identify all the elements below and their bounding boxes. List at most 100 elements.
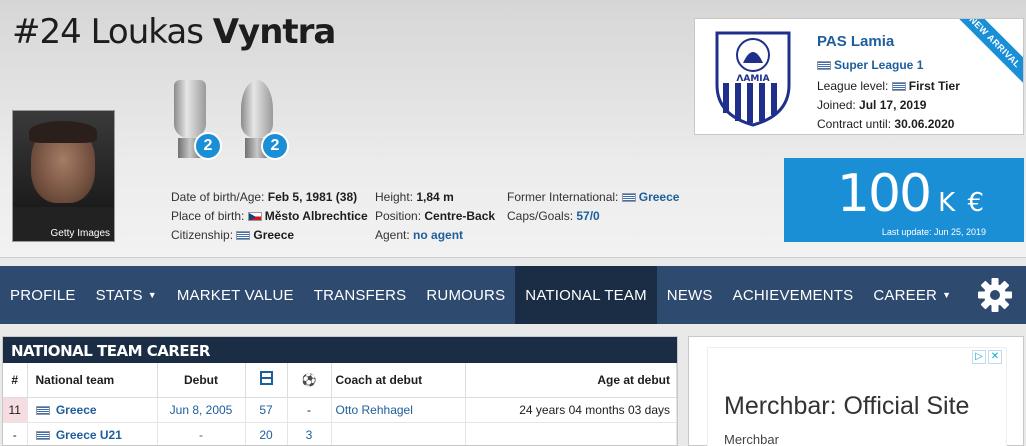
greece-flag-icon <box>35 430 50 440</box>
agent-label: Agent: <box>375 228 410 242</box>
ad-subtitle: Merchbar <box>724 432 779 446</box>
former-international-label: Former International: <box>507 190 619 204</box>
chevron-down-icon: ▼ <box>147 290 157 300</box>
row-team[interactable]: Greece <box>27 397 158 423</box>
info-column-2: Height: 1,84 m Position: Centre-Back Age… <box>375 188 495 245</box>
table-header-row: # National team Debut ⚽ Coach at debut A… <box>3 363 677 398</box>
row-debut[interactable]: Jun 8, 2005 <box>157 397 246 423</box>
header-age: Age at debut <box>465 363 677 398</box>
row-caps[interactable]: 57 <box>245 397 288 423</box>
crest-text: ΛΑΜΙΑ <box>736 74 769 84</box>
trophy-count-badge: 2 <box>194 132 222 160</box>
cup-icon[interactable]: 2 <box>237 80 289 160</box>
row-goals: - <box>287 397 332 423</box>
citizenship-value: Greece <box>253 228 295 242</box>
greece-flag-icon <box>891 82 906 92</box>
czech-flag-icon <box>247 212 262 222</box>
row-caps[interactable]: 20 <box>245 422 288 445</box>
nav-career[interactable]: CAREER ▼ <box>863 266 961 324</box>
contract-value: 30.06.2020 <box>894 117 955 131</box>
ad-title[interactable]: Merchbar: Official Site <box>724 392 969 421</box>
citizenship-label: Citizenship: <box>171 228 234 242</box>
row-index: 11 <box>3 397 28 423</box>
appearances-icon <box>259 371 273 386</box>
greece-flag-icon <box>621 193 636 203</box>
club-crest-icon[interactable]: ΛΑΜΙΑ <box>713 29 793 127</box>
row-coach <box>331 422 466 445</box>
nav-transfers[interactable]: TRANSFERS <box>304 266 417 324</box>
pob-label: Place of birth: <box>171 209 245 223</box>
chevron-down-icon: ▼ <box>942 290 952 300</box>
team-link[interactable]: Greece U21 <box>56 428 122 442</box>
height-label: Height: <box>375 190 414 204</box>
trophy-cup <box>241 80 273 138</box>
player-header: #24 Loukas Vyntra Getty Images 2 2 Date … <box>0 0 1026 258</box>
position-value: Centre-Back <box>424 209 496 223</box>
nav-achievements[interactable]: ACHIEVEMENTS <box>723 266 864 324</box>
nav-rumours[interactable]: RUMOURS <box>416 266 515 324</box>
row-debut: - <box>157 422 246 445</box>
greece-flag-icon <box>817 61 831 71</box>
contract-label: Contract until: <box>817 117 892 131</box>
caps-goals-label: Caps/Goals: <box>507 209 574 223</box>
row-team[interactable]: Greece U21 <box>27 422 158 445</box>
row-age: 24 years 04 months 03 days <box>465 397 677 423</box>
market-value-updated: Last update: Jun 25, 2019 <box>881 227 986 237</box>
player-name: #24 Loukas Vyntra <box>12 12 336 52</box>
former-international-link[interactable]: Greece <box>639 190 680 204</box>
ad-panel: ▷ ✕ Merchbar: Official Site Merchbar <box>688 336 1024 446</box>
shirt-number: #24 <box>12 12 82 52</box>
trophy-icon[interactable]: 2 <box>170 80 222 160</box>
national-team-table: # National team Debut ⚽ Coach at debut A… <box>3 363 677 445</box>
header-debut: Debut <box>157 363 246 398</box>
team-link[interactable]: Greece <box>56 403 97 417</box>
row-goals[interactable]: 3 <box>287 422 332 445</box>
market-value-box[interactable]: 100 K € Last update: Jun 25, 2019 <box>784 158 1024 242</box>
nav-news[interactable]: NEWS <box>657 266 723 324</box>
nav-national-team[interactable]: NATIONAL TEAM <box>515 266 657 324</box>
agent-link[interactable]: no agent <box>413 228 463 242</box>
nav-market-value[interactable]: MARKET VALUE <box>167 266 304 324</box>
table-row: 11 Greece Jun 8, 2005 57 - Otto Rehhagel… <box>3 397 677 423</box>
photo-caption: Getty Images <box>50 228 110 239</box>
league-level-label: League level: <box>817 79 889 93</box>
market-value-unit: K € <box>938 188 986 218</box>
nav-profile[interactable]: PROFILE <box>0 266 86 324</box>
club-card: ΛΑΜΙΑ PAS Lamia Super League 1 League le… <box>694 18 1024 135</box>
row-coach[interactable]: Otto Rehhagel <box>331 397 466 423</box>
ad-choices[interactable]: ▷ ✕ <box>972 350 1002 364</box>
header-goals: ⚽ <box>287 363 332 398</box>
gear-icon[interactable] <box>978 278 1012 312</box>
league-link[interactable]: Super League 1 <box>817 58 923 72</box>
info-column-3: Former International: Greece Caps/Goals:… <box>507 188 679 226</box>
joined-value: Jul 17, 2019 <box>859 98 927 112</box>
main-nav: PROFILE STATS ▼ MARKET VALUE TRANSFERS RU… <box>0 266 1026 324</box>
player-photo[interactable]: Getty Images <box>12 110 115 242</box>
nav-stats[interactable]: STATS ▼ <box>86 266 167 324</box>
pob-value: Město Albrechtice <box>264 209 368 223</box>
joined-label: Joined: <box>817 98 856 112</box>
national-team-panel: NATIONAL TEAM CAREER # National team Deb… <box>2 336 678 446</box>
info-column-1: Date of birth/Age: Feb 5, 1981 (38) Plac… <box>171 188 368 245</box>
league-level-value: First Tier <box>908 79 960 93</box>
ad-unit[interactable]: ▷ ✕ Merchbar: Official Site Merchbar <box>707 347 1007 446</box>
photo-hair <box>29 121 97 143</box>
dob-value: Feb 5, 1981 (38) <box>267 190 358 204</box>
club-name-link[interactable]: PAS Lamia <box>817 33 894 50</box>
table-row: - Greece U21 - 20 3 <box>3 422 677 445</box>
trophy-cup <box>174 80 206 138</box>
close-icon[interactable]: ✕ <box>988 350 1002 364</box>
row-index: - <box>3 422 28 445</box>
height-value: 1,84 m <box>416 190 454 204</box>
greece-flag-icon <box>35 405 50 415</box>
position-label: Position: <box>375 209 422 223</box>
dob-label: Date of birth/Age: <box>171 190 265 204</box>
row-age <box>465 422 677 445</box>
greece-flag-icon <box>236 231 251 241</box>
header-index: # <box>3 363 28 398</box>
ball-icon: ⚽ <box>301 372 317 387</box>
trophy-count-badge: 2 <box>261 132 289 160</box>
ad-info-icon[interactable]: ▷ <box>972 350 986 364</box>
caps-goals-link[interactable]: 57/0 <box>576 209 599 223</box>
first-name: Loukas <box>90 12 204 52</box>
